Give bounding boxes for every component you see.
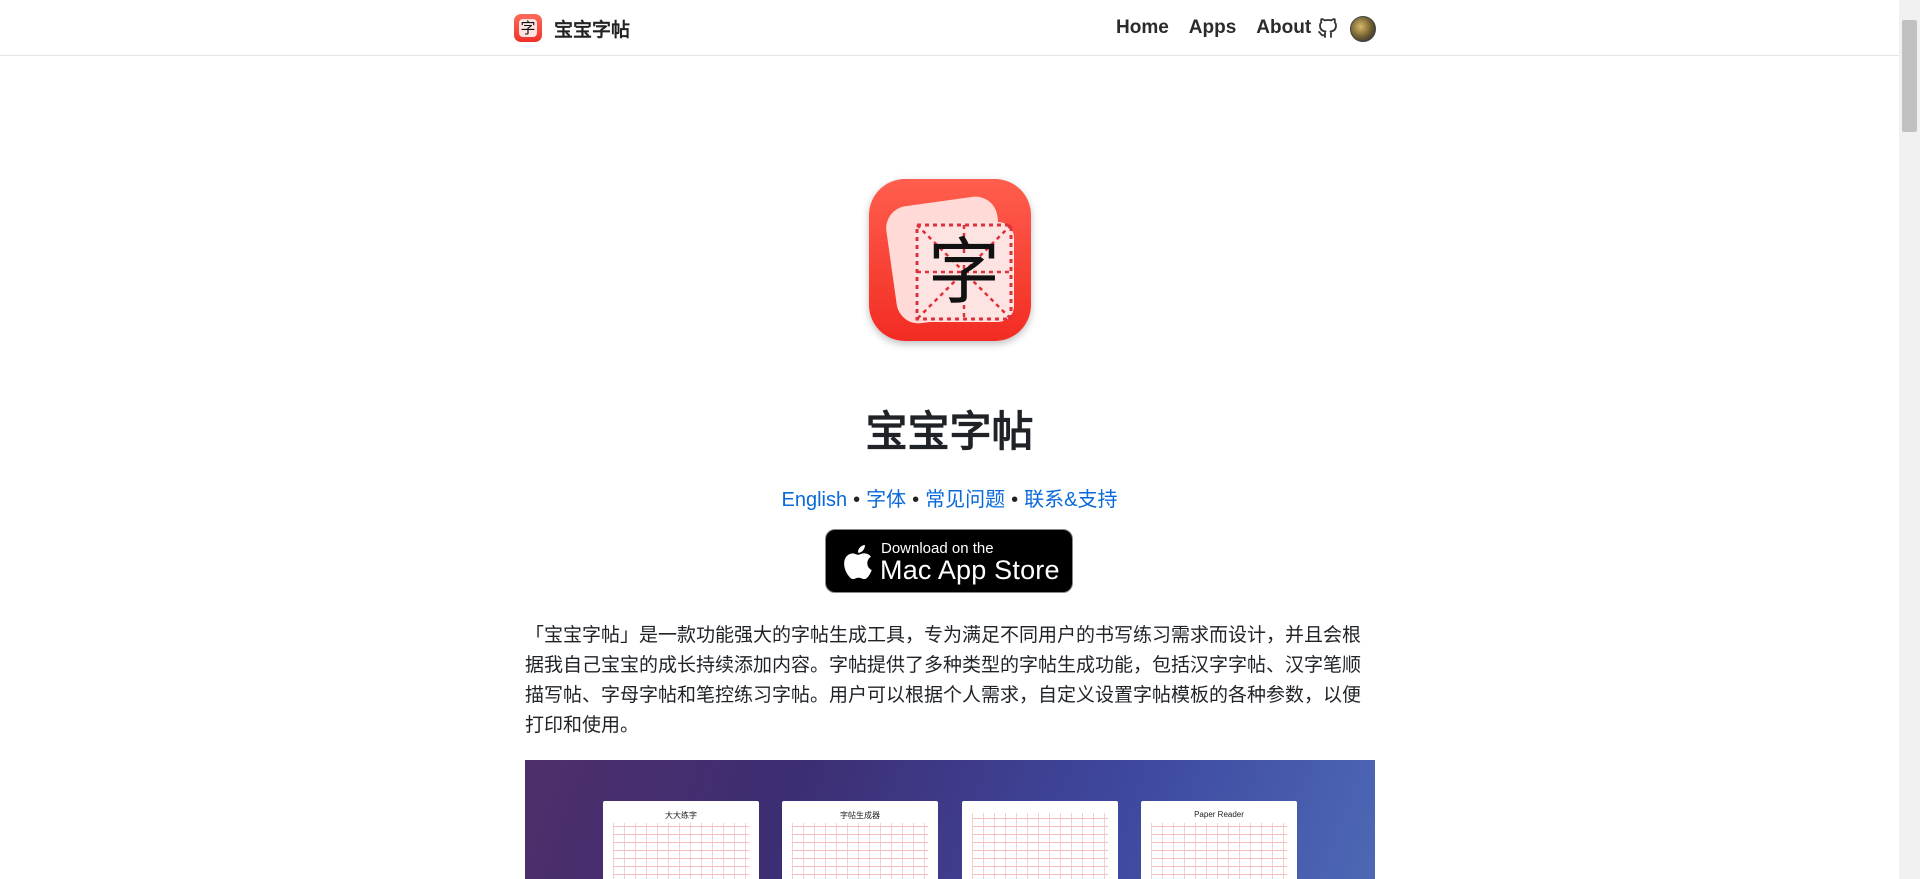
apple-icon <box>844 544 872 580</box>
sheet-title: Paper Reader <box>1194 810 1244 819</box>
page-title: 宝宝字帖 <box>865 408 1034 455</box>
link-separator: • <box>912 489 920 511</box>
preview-sheet: 大大练字 <box>603 801 759 879</box>
preview-sheet: 字帖生成器 <box>782 801 938 879</box>
nav-home-link[interactable]: Home <box>1116 17 1169 39</box>
link-english[interactable]: English <box>782 489 848 511</box>
brand-logo-glyph: 字 <box>520 19 536 37</box>
avatar[interactable] <box>1350 16 1376 42</box>
site-header: 字 宝宝字帖 Home Apps About <box>0 0 1899 56</box>
brand-name: 宝宝字帖 <box>554 19 631 41</box>
app-icon-glyph: 字 <box>927 230 1000 314</box>
mac-app-store-button[interactable]: Download on the Mac App Store <box>825 529 1073 593</box>
nav-about-link[interactable]: About <box>1256 17 1311 39</box>
store-badge-line2: Mac App Store <box>880 555 1060 585</box>
app-description: 「宝宝字帖」是一款功能强大的字帖生成工具，专为满足不同用户的书写练习需求而设计，… <box>525 625 1362 736</box>
github-icon[interactable] <box>1316 16 1340 40</box>
sheet-title: 字帖生成器 <box>840 811 880 820</box>
preview-sheet <box>962 801 1118 879</box>
brand-logo-icon: 字 <box>514 14 542 42</box>
link-contact-support[interactable]: 联系&支持 <box>1024 489 1117 511</box>
link-faq[interactable]: 常见问题 <box>925 489 1005 511</box>
link-separator: • <box>1011 489 1019 511</box>
page-scrollbar[interactable] <box>1899 0 1920 879</box>
scrollbar-thumb[interactable] <box>1902 20 1917 132</box>
link-separator: • <box>853 489 861 511</box>
app-icon: 字 <box>869 179 1031 341</box>
app-screenshot-preview: 大大练字 字帖生成器 Paper Reader <box>525 760 1375 879</box>
preview-sheet: Paper Reader <box>1141 801 1297 879</box>
sheet-title: 大大练字 <box>665 811 697 820</box>
brand-link[interactable]: 字 宝宝字帖 <box>514 14 630 42</box>
main-nav: Home Apps About <box>1116 17 1311 39</box>
nav-apps-link[interactable]: Apps <box>1189 17 1237 39</box>
language-links: English • 字体 • 常见问题 • 联系&支持 <box>0 483 1899 512</box>
link-fonts[interactable]: 字体 <box>866 489 906 511</box>
